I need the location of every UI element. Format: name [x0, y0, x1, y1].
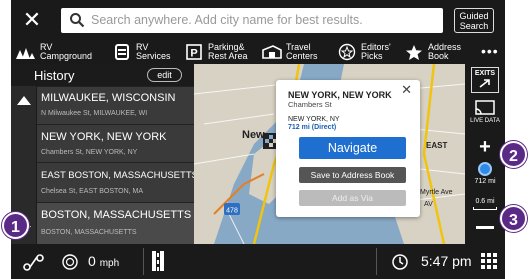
popup-street: Chambers St: [288, 100, 332, 109]
edit-button[interactable]: edit: [147, 68, 182, 82]
history-item-address: N Milwaukee St, MILWAUKEE, WI: [41, 110, 148, 117]
exit-arrow-icon: [479, 79, 490, 88]
history-item-address: Chambers St, NEW YORK, NY: [41, 149, 138, 156]
location-popup: ✕ NEW YORK, NEW YORK Chambers St NEW YOR…: [276, 80, 420, 217]
divider: [143, 248, 144, 275]
close-icon[interactable]: ✕: [19, 8, 45, 34]
cast-icon: [475, 100, 495, 115]
callout-badge: 1: [2, 212, 29, 239]
speedometer-icon: [62, 254, 78, 270]
route-number: 478: [226, 208, 238, 215]
map-label-east: EAST: [426, 141, 447, 150]
distance-readout: 712 mi: [474, 178, 496, 185]
save-to-address-book-button[interactable]: Save to Address Book: [299, 167, 406, 183]
map-label-myrtle: Myrtle Ave: [420, 189, 453, 196]
history-header: History edit: [11, 64, 194, 86]
guided-search-button[interactable]: Guided Search: [454, 8, 494, 33]
list-item[interactable]: MILWAUKEE, WISCONSIN N Milwaukee St, MIL…: [37, 86, 194, 124]
category-label: RV Campground: [40, 41, 93, 61]
clock-icon: [392, 254, 408, 270]
history-item-name: NEW YORK, NEW YORK: [41, 131, 167, 143]
lane-icon[interactable]: [151, 250, 165, 272]
category-address-book[interactable]: Address Book: [403, 41, 461, 63]
map-label-new: New: [242, 129, 265, 141]
history-title: History: [34, 68, 75, 83]
exits-label: EXITS: [474, 70, 496, 77]
bottom-bar: 0 mph 5:47 pm: [11, 244, 505, 279]
star-icon: [403, 43, 425, 61]
category-rv-services[interactable]: RV Services: [111, 41, 171, 63]
category-rv-campground[interactable]: RV Campground: [15, 41, 92, 63]
popup-distance: 712 mi (Direct): [288, 124, 337, 131]
zoom-in-button[interactable]: +: [473, 137, 497, 157]
map-label-av: AV: [424, 201, 433, 208]
navigate-button[interactable]: Navigate: [299, 137, 406, 159]
top-bar: ✕ Search anywhere. Add city name for bes…: [11, 0, 505, 40]
category-label: Editors' Picks: [361, 41, 391, 61]
live-data-button[interactable]: LIVE DATA: [465, 96, 505, 126]
history-item-address: Chelsea St, EAST BOSTON, MA: [41, 188, 144, 195]
popup-city: NEW YORK, NY: [288, 116, 340, 123]
scroll-up-icon[interactable]: [17, 96, 31, 105]
category-label: Parking& Rest Area: [208, 41, 248, 61]
callout-badge: 2: [500, 141, 527, 168]
category-label: Address Book: [428, 41, 462, 61]
history-panel: History edit MILWAUKEE, WISCONSIN N Milw…: [11, 64, 198, 244]
navigator-screen: ✕ Search anywhere. Add city name for bes…: [11, 0, 505, 279]
rv-campground-icon: [15, 43, 37, 61]
history-item-name: EAST BOSTON, MASSACHUSETTS: [41, 170, 198, 181]
history-item-name: BOSTON, MASSACHUSETTS: [41, 209, 192, 221]
category-label: Travel Centers: [286, 41, 318, 61]
travel-centers-icon: [261, 43, 283, 61]
grid-menu-icon[interactable]: [481, 253, 497, 269]
map-scale-bar: [473, 207, 497, 210]
category-editors-picks[interactable]: Editors' Picks: [336, 41, 391, 63]
compass-icon[interactable]: [478, 162, 492, 176]
list-item[interactable]: BOSTON, MASSACHUSETTS BOSTON, MASSACHUSE…: [37, 202, 194, 244]
search-input[interactable]: Search anywhere. Add city name for best …: [61, 8, 443, 33]
map-controls: EXITS LIVE DATA + 712 mi 0.6 mi: [465, 64, 505, 244]
clock-time: 5:47 pm: [421, 253, 472, 269]
svg-text:P: P: [190, 48, 197, 60]
popup-close-icon[interactable]: ✕: [401, 82, 412, 98]
search-placeholder: Search anywhere. Add city name for best …: [91, 13, 363, 27]
add-as-via-button[interactable]: Add as Via: [299, 190, 406, 206]
route-options-icon[interactable]: [21, 251, 47, 273]
category-label: RV Services: [136, 41, 171, 61]
list-item[interactable]: NEW YORK, NEW YORK Chambers St, NEW YORK…: [37, 124, 194, 162]
exits-button[interactable]: EXITS: [471, 67, 499, 93]
parking-icon: P: [183, 43, 205, 61]
more-icon[interactable]: •••: [481, 43, 499, 59]
history-item-name: MILWAUKEE, WISCONSIN: [41, 92, 176, 104]
map-scale-label: 0.6 mi: [475, 198, 495, 205]
category-parking[interactable]: P Parking& Rest Area: [183, 41, 248, 63]
search-icon: [70, 13, 85, 28]
category-bar: RV Campground RV Services P Parking& Res…: [11, 40, 505, 64]
list-item[interactable]: EAST BOSTON, MASSACHUSETTS Chelsea St, E…: [37, 162, 198, 202]
divider: [376, 248, 377, 275]
popup-title: NEW YORK, NEW YORK: [288, 90, 392, 100]
zoom-out-button[interactable]: [473, 219, 497, 237]
speed-readout: 0 mph: [88, 253, 119, 269]
history-item-address: BOSTON, MASSACHUSETTS: [41, 229, 137, 236]
live-data-label: LIVE DATA: [470, 118, 500, 124]
category-travel-centers[interactable]: Travel Centers: [261, 41, 318, 63]
speed-value: 0: [88, 253, 96, 269]
editors-picks-icon: [336, 43, 358, 61]
speed-unit: mph: [99, 258, 120, 269]
rv-services-icon: [111, 43, 133, 61]
callout-badge: 3: [500, 205, 527, 232]
